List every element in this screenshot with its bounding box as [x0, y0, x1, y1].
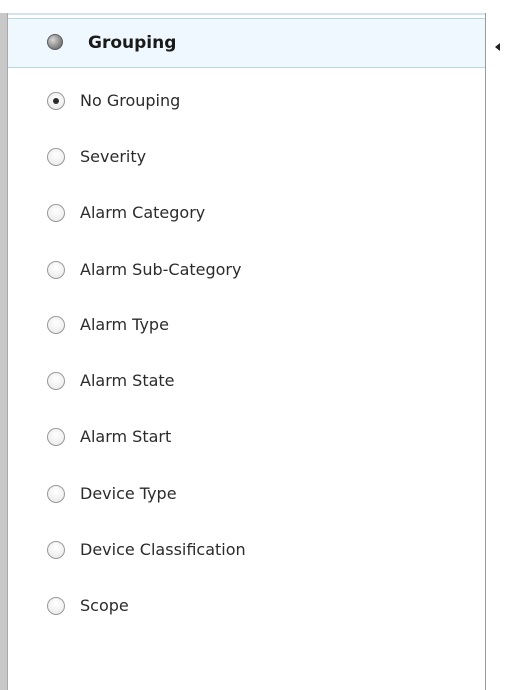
grouping-option-device-classification[interactable]: Device Classification [8, 529, 485, 569]
option-label: Alarm State [80, 371, 175, 390]
grouping-option-severity[interactable]: Severity [8, 136, 485, 176]
grouping-header: Grouping [8, 18, 485, 68]
radio-button-icon[interactable] [47, 541, 65, 559]
radio-button-icon[interactable] [47, 148, 65, 166]
radio-button-icon[interactable] [47, 485, 65, 503]
radio-button-icon[interactable] [47, 372, 65, 390]
grouping-option-alarm-type[interactable]: Alarm Type [8, 304, 485, 344]
grouping-title: Grouping [88, 33, 177, 53]
radio-button-icon[interactable] [47, 428, 65, 446]
option-label: Device Type [80, 484, 177, 503]
panel-splitter[interactable] [486, 13, 511, 690]
option-label: Device Classification [80, 540, 246, 559]
collapse-left-arrow-icon[interactable] [495, 43, 500, 51]
grouping-option-no-grouping[interactable]: No Grouping [8, 80, 485, 120]
grouping-option-scope[interactable]: Scope [8, 585, 485, 625]
option-label: Scope [80, 596, 129, 615]
left-panel-border [0, 13, 8, 690]
window-top-strip [0, 0, 511, 13]
grouping-option-alarm-start[interactable]: Alarm Start [8, 416, 485, 456]
option-label: Severity [80, 147, 147, 166]
grouping-option-alarm-category[interactable]: Alarm Category [8, 192, 485, 232]
radio-button-icon[interactable] [47, 204, 65, 222]
option-label: Alarm Sub-Category [80, 260, 242, 279]
option-label: Alarm Category [80, 203, 206, 222]
radio-button-icon[interactable] [47, 316, 65, 334]
option-label: Alarm Type [80, 315, 169, 334]
grouping-panel: Grouping No Grouping Severity Alarm Cate… [8, 13, 486, 690]
option-label: Alarm Start [80, 427, 172, 446]
radio-button-checked-icon[interactable] [47, 92, 65, 110]
radio-group-icon [47, 34, 63, 50]
option-label: No Grouping [80, 91, 181, 110]
panel-top-line [8, 13, 485, 15]
radio-button-icon[interactable] [47, 261, 65, 279]
radio-button-icon[interactable] [47, 597, 65, 615]
grouping-option-alarm-state[interactable]: Alarm State [8, 360, 485, 400]
grouping-option-alarm-sub-category[interactable]: Alarm Sub-Category [8, 249, 485, 289]
grouping-option-device-type[interactable]: Device Type [8, 473, 485, 513]
